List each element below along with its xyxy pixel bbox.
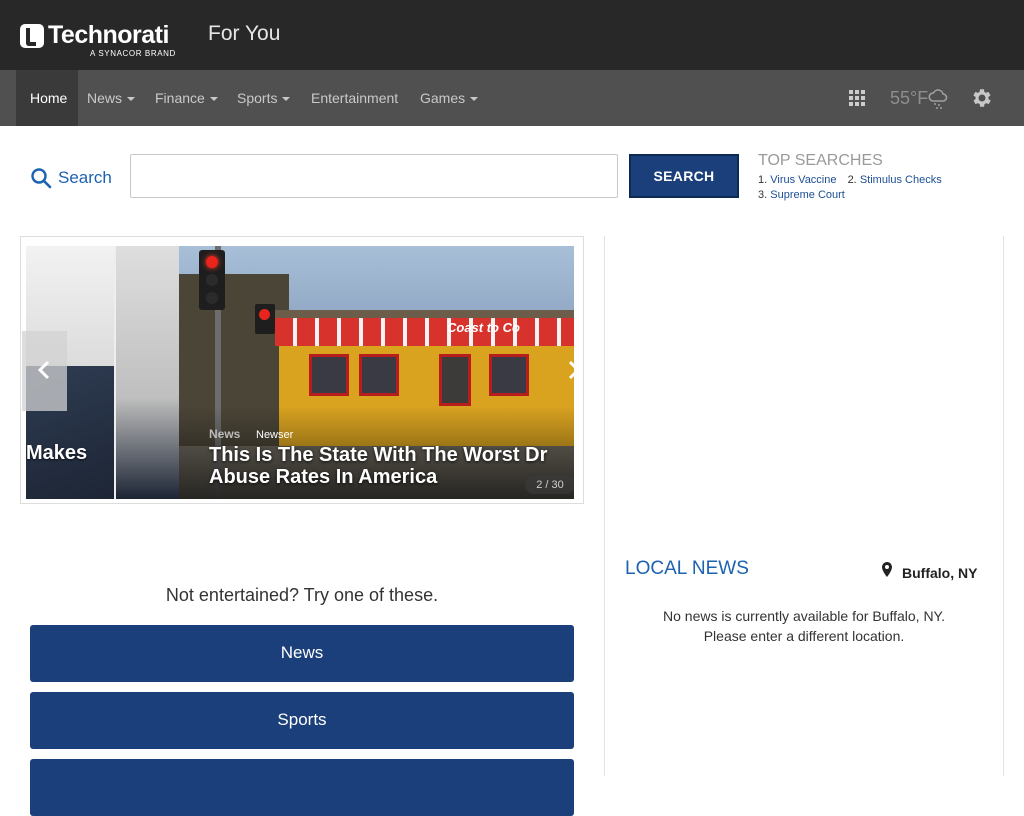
for-you-link[interactable]: For You (202, 4, 290, 64)
top-searches-title: TOP SEARCHES (758, 152, 883, 169)
slide-image-window (489, 354, 529, 396)
chevron-down-icon (470, 97, 479, 102)
slide-source: Newser (256, 429, 294, 441)
traffic-light (199, 250, 225, 310)
slide-title-line: Abuse Rates In America (209, 466, 438, 488)
search-label-text: Search (58, 168, 112, 187)
weather-button[interactable]: 55°F (880, 70, 956, 126)
local-news-message: No news is currently available for Buffa… (624, 606, 984, 646)
news-carousel: Makes Coast to Co News Newser This Is Th… (20, 236, 584, 504)
local-news-message-line: Please enter a different location. (703, 628, 905, 644)
nav-games[interactable]: Games (412, 70, 486, 126)
apps-button[interactable] (836, 70, 878, 126)
current-slide[interactable]: Coast to Co News Newser This Is The Stat… (179, 246, 574, 499)
top-search-item: 3. Supreme Court (758, 188, 845, 203)
chevron-down-icon (209, 97, 218, 102)
logo-wordmark: Technorati (48, 21, 169, 49)
nav-sports-label: Sports (237, 90, 278, 106)
logo-subtitle: A SYNACOR BRAND (90, 49, 176, 58)
slide-image-window (359, 354, 399, 396)
top-search-rank: 3. (758, 189, 768, 201)
map-pin-icon (882, 562, 892, 577)
carousel-prev-button[interactable] (22, 331, 67, 411)
nav-games-label: Games (420, 90, 466, 106)
top-bar: Technorati A SYNACOR BRAND For You (0, 0, 1024, 70)
nav-news[interactable]: News (80, 70, 144, 126)
nav-home-label: Home (30, 90, 68, 106)
slide-counter: 2 / 30 (525, 476, 574, 494)
chevron-down-icon (127, 97, 136, 102)
nav-entertainment-label: Entertainment (311, 90, 399, 106)
nav-sports[interactable]: Sports (230, 70, 300, 126)
slide-title-line: This Is The State With The Worst Dr (209, 444, 548, 466)
slide-image-awning (275, 318, 574, 346)
top-search-link[interactable]: Virus Vaccine (770, 174, 836, 186)
location-name: Buffalo, NY (902, 565, 978, 581)
try-these-heading: Not entertained? Try one of these. (165, 585, 439, 605)
nav-finance[interactable]: Finance (148, 70, 220, 126)
main-nav: Home News Finance Sports Entertainment G… (0, 70, 1024, 126)
try-news-button[interactable]: News (30, 625, 574, 682)
try-news-label: News (280, 643, 324, 662)
slide-title[interactable]: This Is The State With The Worst Dr Abus… (209, 444, 569, 488)
settings-button[interactable] (962, 70, 1004, 126)
search-button[interactable]: SEARCH (629, 154, 739, 198)
top-searches-list: 1. Virus Vaccine 2. Stimulus Checks 3. S… (758, 173, 968, 203)
search-input[interactable] (130, 154, 618, 198)
technorati-logo-mark (20, 24, 44, 48)
local-news-message-line: No news is currently available for Buffa… (663, 608, 945, 624)
search-label-button[interactable]: Search (26, 160, 122, 196)
nav-home[interactable]: Home (16, 70, 78, 126)
nav-finance-label: Finance (155, 90, 205, 106)
top-search-link[interactable]: Supreme Court (770, 189, 845, 201)
local-news-title: LOCAL NEWS (625, 558, 749, 579)
top-search-item: 1. Virus Vaccine (758, 173, 837, 188)
gear-icon (973, 89, 991, 107)
slide-image-door (439, 354, 471, 406)
temperature-readout: 55°F (890, 88, 929, 108)
weather-rain-icon (928, 89, 948, 109)
chevron-right-icon (568, 360, 581, 380)
top-search-link[interactable]: Stimulus Checks (860, 174, 942, 186)
chevron-left-icon (37, 360, 50, 380)
previous-slide-title: Makes (26, 442, 88, 464)
chevron-down-icon (282, 97, 291, 102)
storefront-sign: Coast to Co (447, 320, 520, 335)
carousel-next-button[interactable] (563, 331, 583, 411)
top-search-rank: 2. (847, 174, 857, 186)
slide-category[interactable]: News (209, 427, 240, 441)
nav-entertainment[interactable]: Entertainment (302, 70, 410, 126)
search-icon (31, 168, 52, 189)
try-sports-button[interactable]: Sports (30, 692, 574, 749)
top-search-rank: 1. (758, 174, 768, 186)
slide-gap (114, 246, 179, 499)
slide-image-window (309, 354, 349, 396)
technorati-logo[interactable]: Technorati A SYNACOR BRAND (16, 15, 180, 63)
pedestrian-signal (255, 304, 275, 334)
right-panel (604, 236, 1004, 776)
try-sports-label: Sports (277, 710, 327, 729)
top-search-item: 2. Stimulus Checks (848, 173, 942, 188)
nav-news-label: News (87, 90, 123, 106)
apps-grid-icon (849, 90, 865, 106)
